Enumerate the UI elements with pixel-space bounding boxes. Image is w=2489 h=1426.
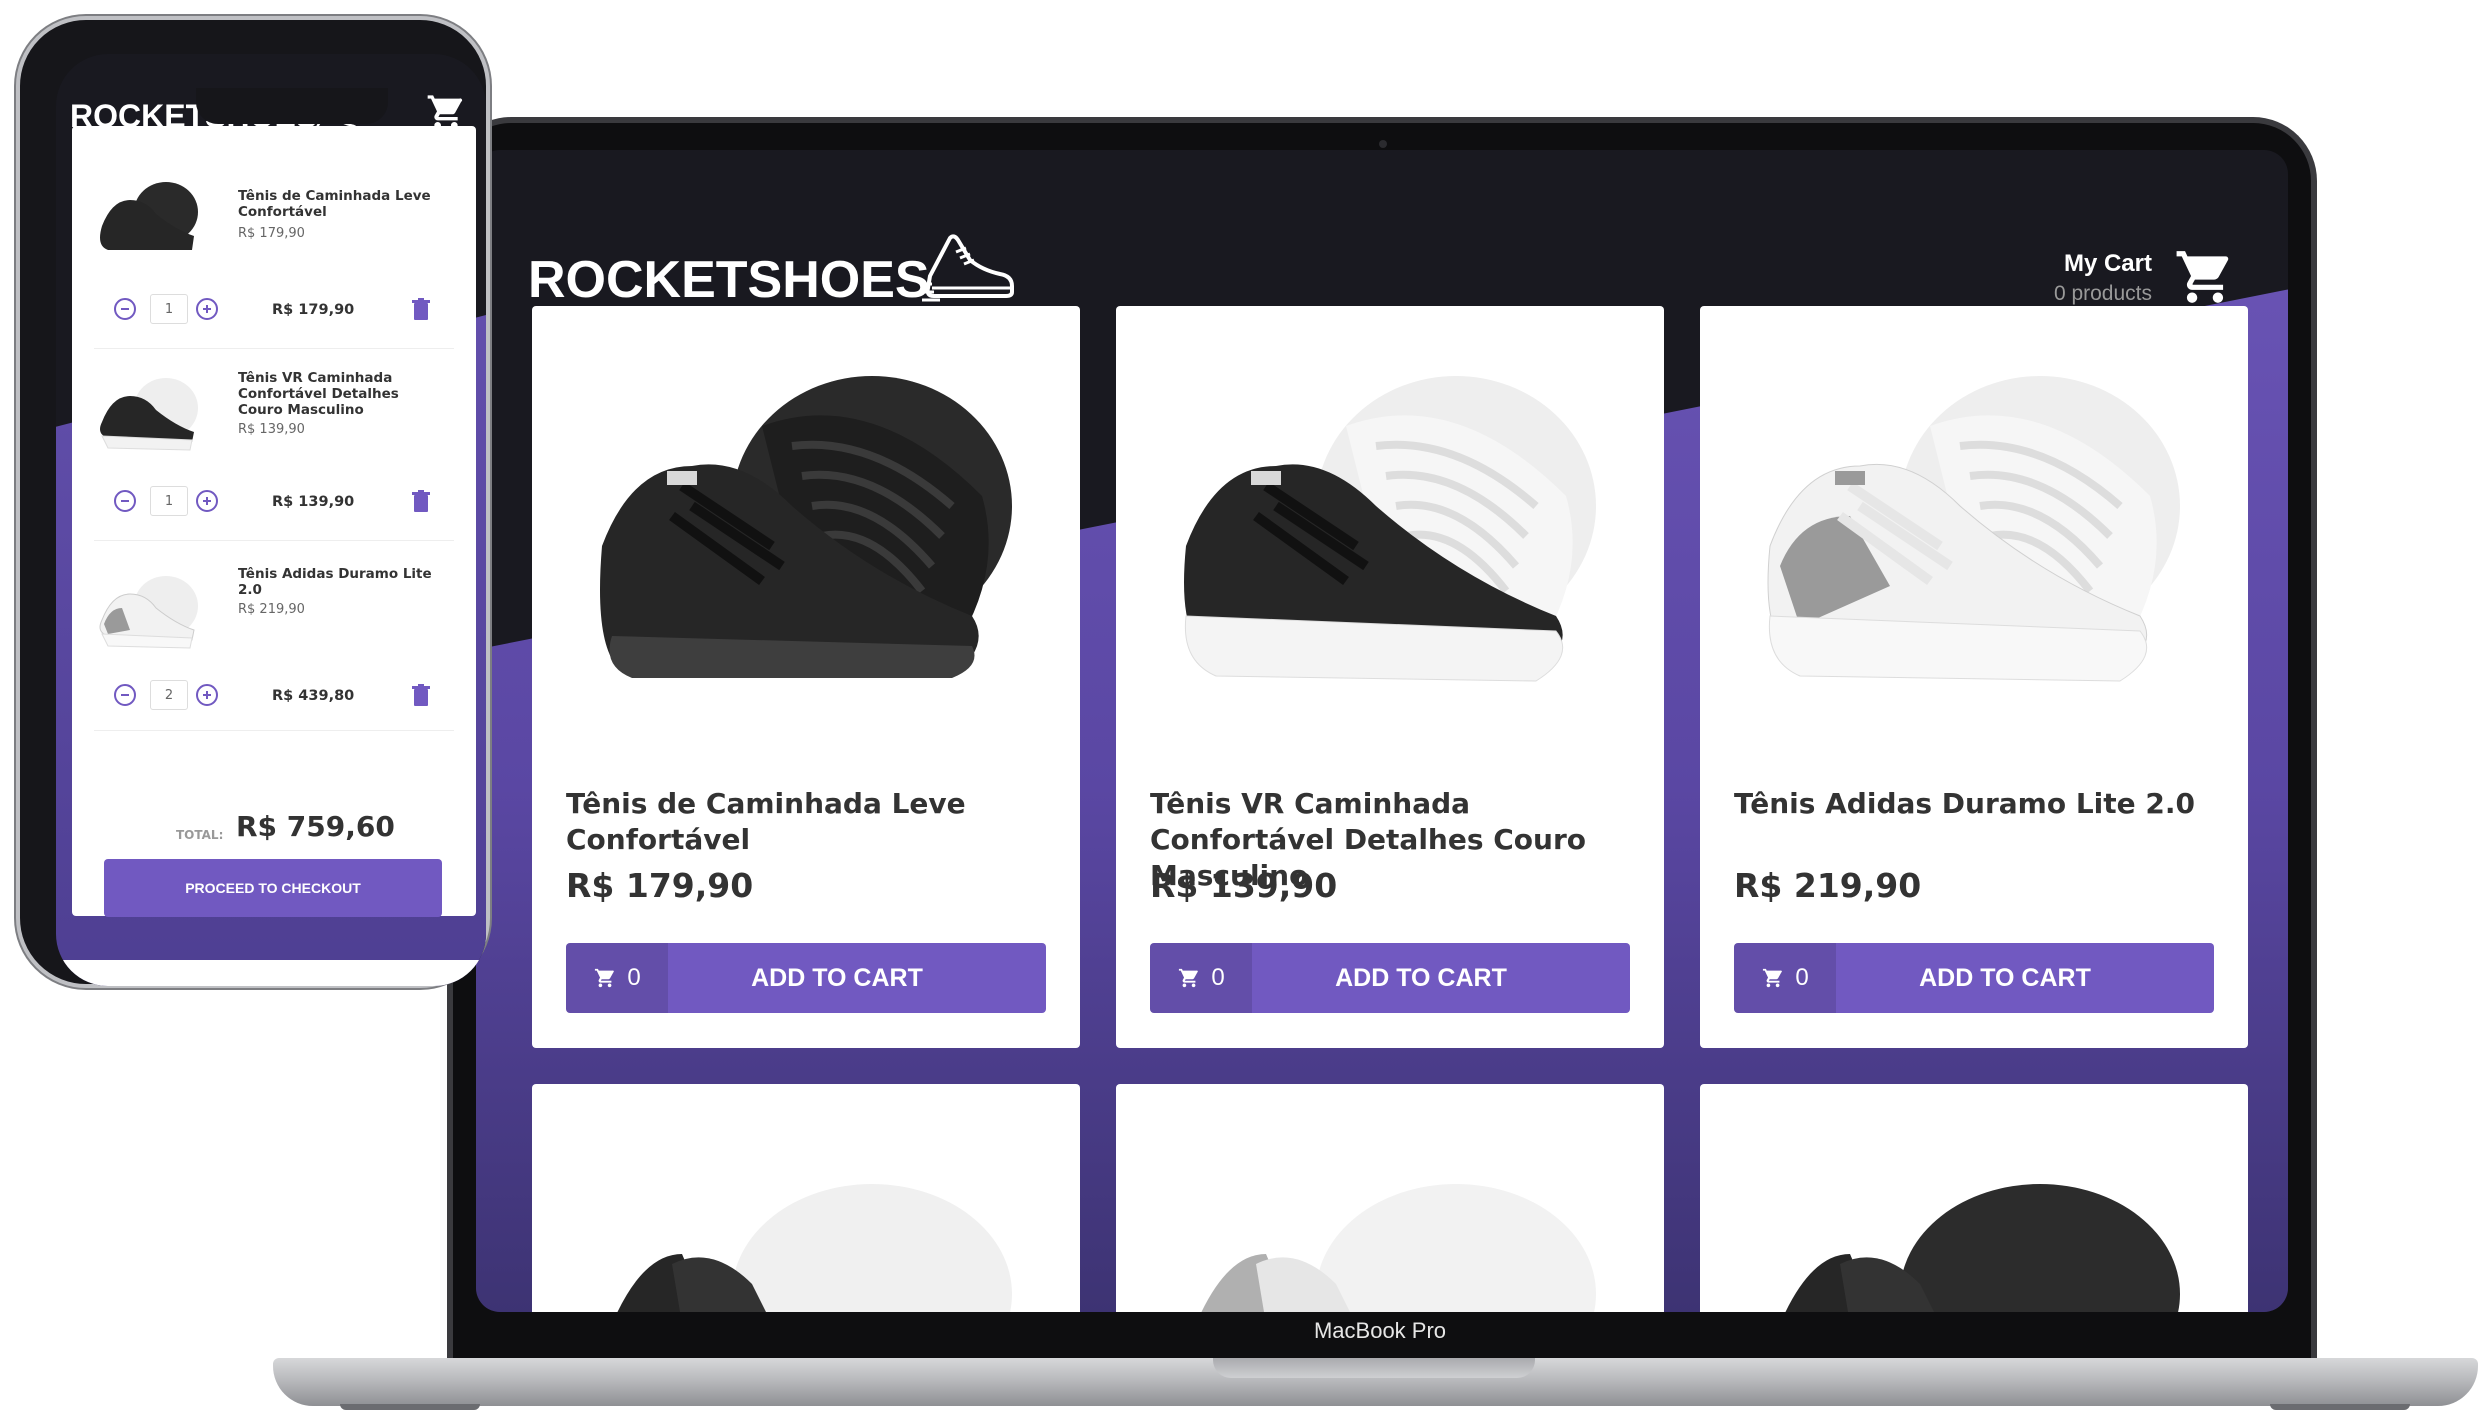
total-value: R$ 759,60 bbox=[236, 810, 395, 843]
quantity-input[interactable]: 2 bbox=[150, 680, 188, 710]
phone-frame: ROCKETSHOES Tênis de Caminhada Leve Conf… bbox=[16, 16, 490, 988]
laptop-base-notch bbox=[1213, 1358, 1535, 1378]
cart-item-image bbox=[100, 378, 198, 451]
trash-icon[interactable] bbox=[412, 684, 430, 706]
product-image-shoe bbox=[617, 1184, 1012, 1312]
add-to-cart-button[interactable]: 0 ADD TO CART bbox=[566, 943, 1046, 1013]
product-title[interactable]: Tênis Adidas Duramo Lite 2.0 bbox=[1734, 786, 2214, 822]
cart-panel: Tênis de Caminhada Leve Confortável R$ 1… bbox=[72, 126, 476, 917]
cart-item: Tênis Adidas Duramo Lite 2.0 R$ 219,90 2… bbox=[72, 510, 476, 710]
divider bbox=[94, 730, 454, 731]
phone-screen: ROCKETSHOES Tênis de Caminhada Leve Conf… bbox=[56, 54, 486, 986]
trash-icon[interactable] bbox=[412, 490, 430, 512]
phone-screen-bottom bbox=[56, 960, 486, 986]
increase-quantity-button[interactable] bbox=[196, 684, 218, 706]
cart-item-image bbox=[99, 576, 198, 649]
product-card: Tênis Adidas Duramo Lite 2.0 R$ 219,90 0… bbox=[1700, 306, 2248, 1048]
cart-item-subtotal: R$ 439,80 bbox=[272, 688, 355, 704]
minus-icon bbox=[121, 308, 129, 310]
header-cart[interactable]: My Cart 0 products bbox=[1996, 240, 2236, 310]
plus-icon bbox=[203, 305, 211, 313]
product-image-shoe bbox=[1785, 1184, 2180, 1312]
plus-icon bbox=[203, 497, 211, 505]
product-price: R$ 219,90 bbox=[1734, 866, 1922, 905]
laptop-foot bbox=[2270, 1404, 2410, 1410]
shop-header: ROCKETSHOES My Cart 0 products bbox=[528, 190, 2236, 320]
product-card: Tênis de Caminhada Leve Confortável R$ 1… bbox=[532, 306, 1080, 1048]
add-cart-icon bbox=[1763, 968, 1783, 988]
add-to-cart-label: ADD TO CART bbox=[751, 963, 923, 992]
cart-item-price: R$ 139,90 bbox=[238, 422, 305, 437]
proceed-to-checkout-button[interactable]: PROCEED TO CHECKOUT bbox=[104, 859, 442, 917]
cart-amount: 0 bbox=[1211, 964, 1225, 991]
cart-amount: 0 bbox=[627, 964, 641, 991]
product-card bbox=[1700, 1084, 2248, 1312]
cart-amount-badge: 0 bbox=[566, 943, 668, 1013]
add-cart-icon bbox=[595, 968, 615, 988]
total-label: TOTAL: bbox=[176, 828, 224, 842]
add-cart-icon bbox=[1179, 968, 1199, 988]
laptop-foot bbox=[340, 1404, 480, 1410]
cart-item-subtotal: R$ 139,90 bbox=[272, 494, 355, 510]
add-to-cart-button[interactable]: 0 ADD TO CART bbox=[1734, 943, 2214, 1013]
minus-icon bbox=[121, 694, 129, 696]
minus-icon bbox=[121, 500, 129, 502]
laptop-camera bbox=[1379, 140, 1387, 148]
cart-amount-badge: 0 bbox=[1734, 943, 1836, 1013]
product-card bbox=[532, 1084, 1080, 1312]
decrease-quantity-button[interactable] bbox=[114, 684, 136, 706]
cart-item-price: R$ 219,90 bbox=[238, 602, 305, 617]
cart-item-title: Tênis VR Caminhada Confortável Detalhes … bbox=[238, 370, 399, 418]
product-price: R$ 179,90 bbox=[566, 866, 754, 905]
cart-item-image bbox=[100, 182, 198, 250]
cart-amount-badge: 0 bbox=[1150, 943, 1252, 1013]
product-card bbox=[1116, 1084, 1664, 1312]
laptop-screen: ROCKETSHOES My Cart 0 products Tênis de … bbox=[476, 150, 2288, 1312]
shoe-logo-icon bbox=[920, 234, 1014, 302]
cart-item-price: R$ 179,90 bbox=[238, 226, 305, 241]
product-image-shoe bbox=[600, 376, 1012, 678]
cart-item: Tênis de Caminhada Leve Confortável R$ 1… bbox=[72, 126, 476, 324]
product-image-shoe bbox=[1201, 1184, 1596, 1312]
cart-amount: 0 bbox=[1795, 964, 1809, 991]
cart-item-title: Tênis Adidas Duramo Lite 2.0 bbox=[238, 566, 432, 598]
cart-item: Tênis VR Caminhada Confortável Detalhes … bbox=[72, 316, 476, 516]
phone-notch bbox=[196, 88, 388, 124]
increase-quantity-button[interactable] bbox=[196, 490, 218, 512]
add-to-cart-label: ADD TO CART bbox=[1919, 963, 2091, 992]
product-price: R$ 139,90 bbox=[1150, 866, 1338, 905]
add-to-cart-label: ADD TO CART bbox=[1335, 963, 1507, 992]
product-title[interactable]: Tênis de Caminhada Leve Confortável bbox=[566, 786, 1046, 858]
product-image-shoe bbox=[1767, 376, 2180, 682]
add-to-cart-button[interactable]: 0 ADD TO CART bbox=[1150, 943, 1630, 1013]
cart-item-title: Tênis de Caminhada Leve Confortável bbox=[238, 188, 431, 220]
product-image-shoe bbox=[1184, 376, 1596, 682]
decrease-quantity-button[interactable] bbox=[114, 490, 136, 512]
laptop-model-label: MacBook Pro bbox=[1313, 1318, 1447, 1343]
cart-title: My Cart bbox=[2063, 250, 2152, 277]
shopping-cart-icon bbox=[2176, 251, 2229, 303]
logo-text[interactable]: ROCKETSHOES bbox=[528, 250, 930, 310]
plus-icon bbox=[203, 691, 211, 699]
cart-count: 0 products bbox=[2053, 282, 2152, 305]
product-card: Tênis VR Caminhada Confortável Detalhes … bbox=[1116, 306, 1664, 1048]
